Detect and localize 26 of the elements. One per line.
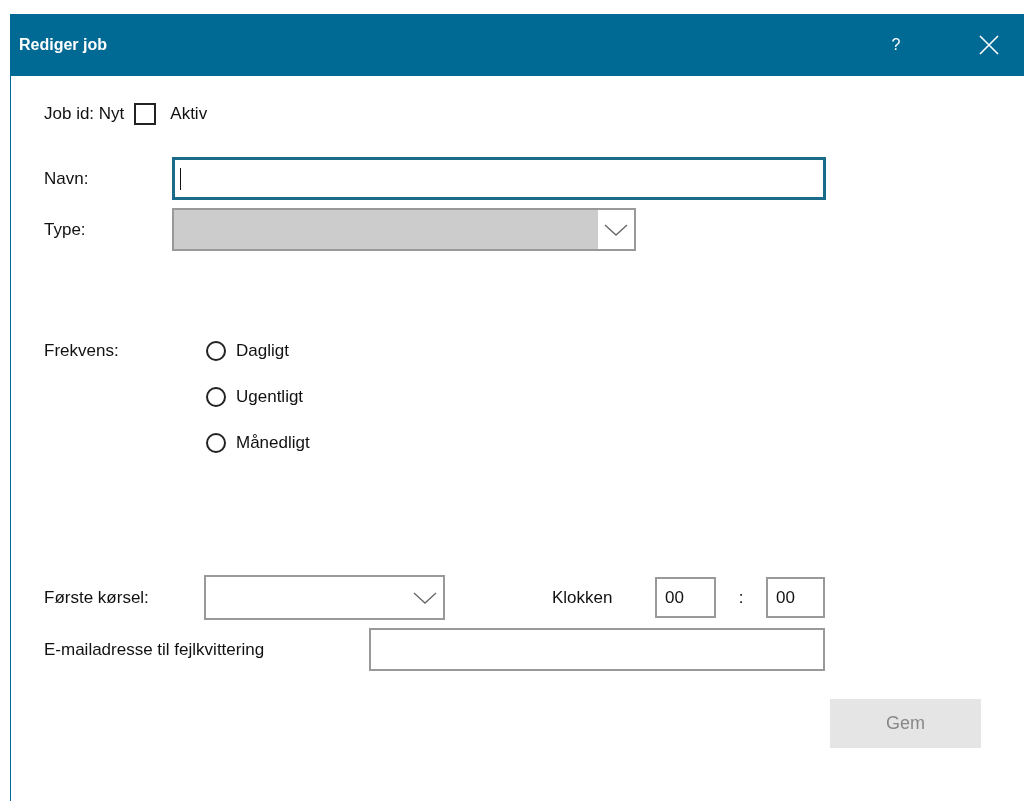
chevron-down-icon [604,223,628,236]
checkbox[interactable] [134,103,157,125]
time-label: Klokken [552,586,614,609]
radio-button[interactable] [206,387,226,407]
window-title: Rediger job [19,35,107,55]
field-label: Type: [44,218,87,241]
close-icon[interactable] [979,35,999,55]
chevron-down-icon [413,591,437,604]
name-field[interactable] [172,157,826,200]
hours-field[interactable]: 00 [655,577,716,618]
field-label: Første kørsel: [44,586,150,609]
date-dropdown[interactable] [204,575,445,620]
radio-label: Ugentligt [236,386,304,409]
time-separator: : [737,586,745,609]
job-id-label: Job id: Nyt [44,103,125,126]
radio-label: Dagligt [236,340,289,363]
field-label: Navn: [44,167,90,190]
field-label: E-mailadresse til fejlkvittering [44,638,266,661]
help-button[interactable]: ? [883,33,909,57]
email-field[interactable] [369,628,825,671]
radio-label: Månedligt [236,432,310,455]
minutes-field[interactable]: 00 [766,577,825,618]
radio-button[interactable] [206,433,226,453]
radio-button[interactable] [206,341,226,361]
checkbox-label: Aktiv [170,103,208,126]
field-label: Frekvens: [44,340,120,362]
